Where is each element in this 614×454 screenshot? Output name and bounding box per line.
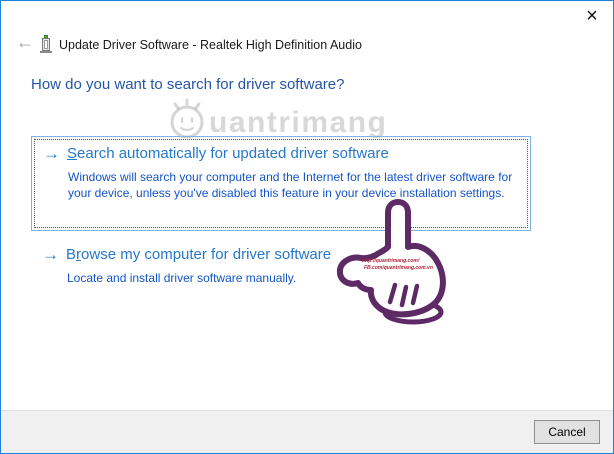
- option-search-title[interactable]: Search automatically for updated driver …: [67, 145, 389, 162]
- arrow-right-icon: →: [42, 245, 59, 265]
- option-search-description: Windows will search your computer and th…: [68, 169, 534, 202]
- update-driver-wizard-window: × ← Update Driver Software - Realtek Hig…: [0, 0, 614, 454]
- wizard-title: Update Driver Software - Realtek High De…: [59, 38, 362, 52]
- back-arrow-icon[interactable]: ←: [10, 31, 32, 51]
- arrow-right-icon: →: [43, 144, 60, 164]
- footer-bar: Cancel: [1, 410, 613, 453]
- option-browse-computer[interactable]: → Browse my computer for driver software…: [31, 244, 531, 304]
- option-browse-description: Locate and install driver software manua…: [67, 270, 533, 286]
- close-icon[interactable]: ×: [579, 3, 605, 27]
- cancel-button[interactable]: Cancel: [534, 420, 600, 444]
- driver-device-icon: [38, 35, 54, 60]
- option-search-automatically[interactable]: → Search automatically for updated drive…: [31, 136, 531, 231]
- option-browse-title[interactable]: Browse my computer for driver software: [66, 246, 331, 263]
- page-heading: How do you want to search for driver sof…: [31, 76, 344, 93]
